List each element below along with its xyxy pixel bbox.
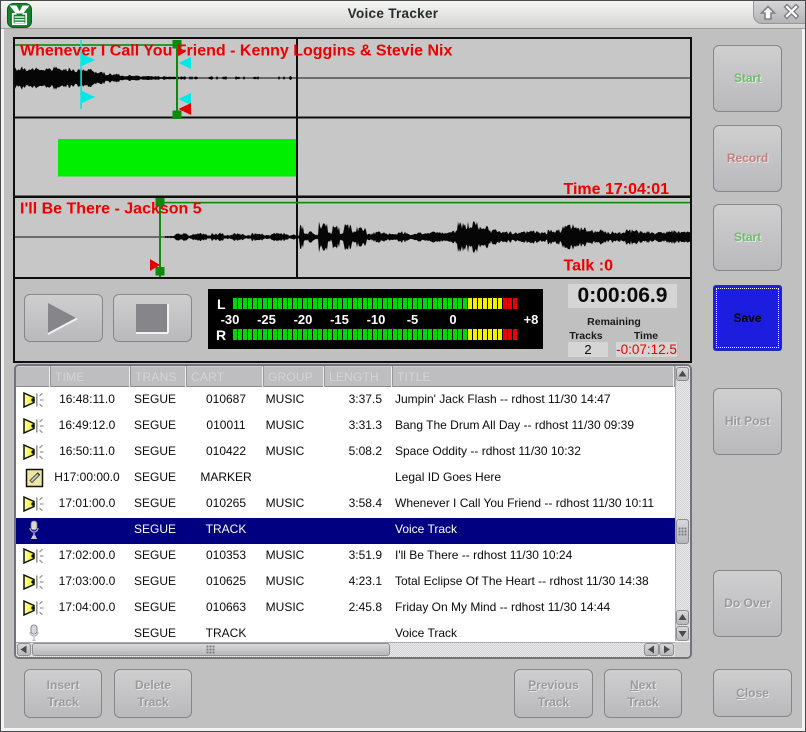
svg-text:Whenever I Call You Friend - K: Whenever I Call You Friend - Kenny Loggi… (20, 43, 452, 60)
svg-text:Time 17:04:01: Time 17:04:01 (563, 181, 669, 198)
svg-text:Talk :0: Talk :0 (564, 258, 614, 275)
svg-text:I'll Be There - Jackson 5: I'll Be There - Jackson 5 (20, 201, 202, 218)
